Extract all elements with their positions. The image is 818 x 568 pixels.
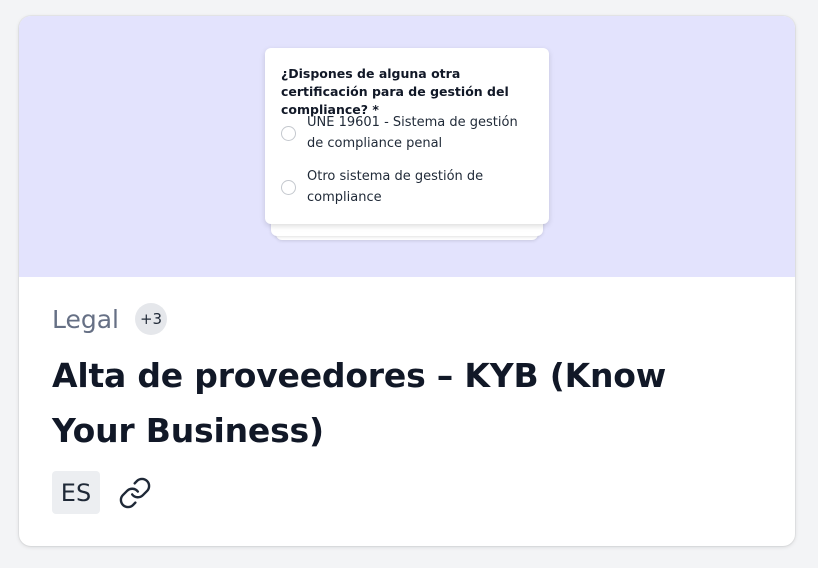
link-icon[interactable]: [118, 476, 152, 510]
language-badge: ES: [52, 471, 100, 514]
extra-categories-badge: +3: [135, 303, 168, 335]
category-label: Legal: [52, 304, 120, 334]
template-card[interactable]: ¿Dispones de alguna otra certificación p…: [19, 16, 795, 546]
radio-option-label: UNE 19601 - Sistema de gestión de compli…: [307, 115, 518, 151]
question-preview-card: ¿Dispones de alguna otra certificación p…: [265, 48, 549, 224]
category-row: Legal +3: [52, 301, 168, 337]
template-title[interactable]: Alta de proveedores – KYB (Know Your Bus…: [52, 348, 752, 458]
radio-button-icon: [281, 179, 296, 195]
question-text: ¿Dispones de alguna otra certificación p…: [281, 66, 509, 117]
form-preview: ¿Dispones de alguna otra certificación p…: [19, 16, 795, 277]
radio-option-label: Otro sistema de gestión de compliance: [307, 169, 484, 205]
radio-button-icon: [281, 125, 296, 141]
radio-option: UNE 19601 - Sistema de gestión de compli…: [281, 112, 531, 154]
radio-option: Otro sistema de gestión de compliance: [281, 166, 531, 208]
